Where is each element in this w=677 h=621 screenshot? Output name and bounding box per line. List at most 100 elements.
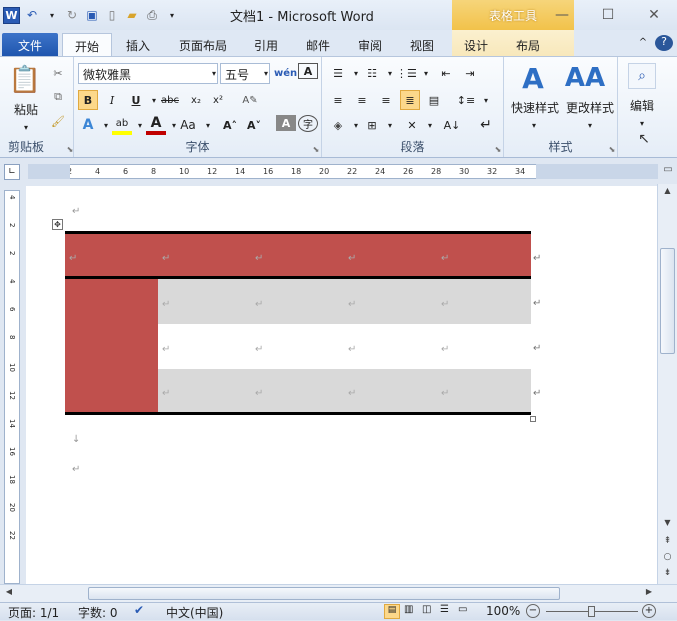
zoom-out-icon[interactable]: − bbox=[526, 604, 540, 618]
zoom-slider-thumb[interactable] bbox=[588, 606, 595, 617]
table-first-column[interactable] bbox=[65, 279, 158, 412]
maximize-icon[interactable]: ☐ bbox=[585, 0, 631, 30]
copy-icon[interactable]: ⧉ bbox=[48, 87, 68, 107]
table-band-row-3[interactable] bbox=[158, 369, 531, 412]
view-ruler-icon[interactable]: ▭ bbox=[661, 164, 675, 180]
show-formatting-marks-icon[interactable]: ↵ bbox=[476, 115, 496, 135]
undo-dropdown-icon[interactable]: ▾ bbox=[44, 7, 60, 23]
strikethrough-button[interactable]: abc bbox=[160, 90, 180, 110]
underline-button[interactable]: U bbox=[126, 90, 146, 110]
align-left-icon[interactable]: ≡ bbox=[328, 90, 348, 110]
vertical-ruler[interactable]: 4 2 2 4 6 8 10 12 14 16 18 20 22 bbox=[4, 190, 20, 584]
tab-insert[interactable]: 插入 bbox=[116, 33, 160, 56]
tab-page-layout[interactable]: 页面布局 bbox=[168, 33, 238, 56]
shading-icon[interactable]: ◈ bbox=[328, 115, 348, 135]
new-document-icon[interactable]: ▯ bbox=[104, 7, 120, 23]
character-border-icon[interactable]: A bbox=[298, 63, 318, 79]
multilevel-list-dropdown-icon[interactable]: ▾ bbox=[416, 63, 436, 83]
print-icon[interactable]: ⎙ bbox=[144, 7, 160, 23]
table-row-2[interactable] bbox=[158, 324, 531, 369]
multilevel-list-icon[interactable]: ⋮☰ bbox=[396, 63, 417, 83]
bullets-icon[interactable]: ☰ bbox=[328, 63, 348, 83]
table-header-row[interactable] bbox=[65, 231, 531, 279]
scroll-up-icon[interactable]: ▲ bbox=[660, 186, 675, 200]
change-styles-button[interactable]: 更改样式 bbox=[562, 97, 618, 117]
cut-icon[interactable]: ✂ bbox=[48, 63, 68, 83]
subscript-button[interactable]: x₂ bbox=[186, 90, 206, 110]
shrink-font-icon[interactable]: A˅ bbox=[244, 115, 264, 135]
binoculars-icon[interactable]: ⌕ bbox=[628, 63, 656, 89]
browse-object-icon[interactable]: ○ bbox=[660, 552, 675, 566]
customize-toolbar-icon[interactable]: ▾ bbox=[164, 7, 180, 23]
document-page[interactable]: ✥ ↵ ↵ ↵ ↵ ↵ ↵ ↵ ↵ ↵ ↵ ↵ ↵ ↵ ↵ ↵ ↵ ↵ ↵ ↵ ↵ ↵ ↵ ↓ ↵ bbox=[26, 186, 657, 584]
line-spacing-icon[interactable]: ↕≡ bbox=[456, 90, 476, 110]
character-shading-icon[interactable]: A bbox=[276, 115, 296, 131]
horizontal-scrollbar[interactable]: ◀ ▶ bbox=[0, 584, 677, 602]
paste-icon[interactable]: 📋 bbox=[8, 63, 42, 97]
open-folder-icon[interactable]: ▰ bbox=[124, 7, 140, 23]
word-count-status[interactable]: 字数: 0 bbox=[78, 604, 118, 621]
redo-icon[interactable]: ↻ bbox=[64, 7, 80, 23]
tab-file[interactable]: 文件 bbox=[2, 33, 58, 56]
distributed-icon[interactable]: ▤ bbox=[424, 90, 444, 110]
chinese-layout-dropdown-icon[interactable]: ▾ bbox=[420, 115, 440, 135]
next-page-icon[interactable]: ⇟ bbox=[660, 568, 675, 582]
help-icon[interactable]: ? bbox=[655, 35, 673, 51]
draft-view-icon[interactable]: ▭ bbox=[458, 604, 467, 615]
table-band-row-1[interactable] bbox=[158, 279, 531, 324]
print-layout-icon[interactable]: ▤ bbox=[384, 604, 400, 619]
previous-page-icon[interactable]: ⇞ bbox=[660, 536, 675, 550]
zoom-in-icon[interactable]: + bbox=[642, 604, 656, 618]
justify-icon[interactable]: ≣ bbox=[400, 90, 420, 110]
text-effects-icon[interactable]: A bbox=[78, 115, 98, 135]
borders-icon[interactable]: ⊞ bbox=[362, 115, 382, 135]
scroll-left-icon[interactable]: ◀ bbox=[2, 587, 16, 600]
tab-layout[interactable]: 布局 bbox=[506, 33, 550, 56]
decrease-indent-icon[interactable]: ⇤ bbox=[436, 63, 456, 83]
tab-review[interactable]: 审阅 bbox=[348, 33, 392, 56]
zoom-level[interactable]: 100% bbox=[486, 604, 520, 618]
line-spacing-dropdown-icon[interactable]: ▾ bbox=[476, 90, 496, 110]
italic-button[interactable]: I bbox=[102, 90, 122, 110]
tab-home[interactable]: 开始 bbox=[62, 33, 112, 56]
superscript-button[interactable]: x² bbox=[208, 90, 228, 110]
minimize-icon[interactable]: — bbox=[539, 0, 585, 30]
paste-dropdown-icon[interactable]: ▾ bbox=[6, 117, 46, 137]
change-case-icon[interactable]: Aa bbox=[178, 115, 198, 135]
scroll-down-icon[interactable]: ▼ bbox=[660, 518, 675, 532]
scroll-right-icon[interactable]: ▶ bbox=[642, 587, 656, 600]
font-color-icon[interactable]: A bbox=[146, 115, 166, 135]
enclose-characters-icon[interactable]: 字 bbox=[298, 115, 318, 132]
word-app-icon[interactable]: W bbox=[3, 6, 20, 24]
chinese-layout-icon[interactable]: ✕ bbox=[402, 115, 422, 135]
quick-styles-icon[interactable]: A bbox=[518, 61, 548, 95]
align-right-icon[interactable]: ≡ bbox=[376, 90, 396, 110]
table-resize-handle-icon[interactable] bbox=[530, 416, 536, 422]
align-center-icon[interactable]: ≡ bbox=[352, 90, 372, 110]
proofing-icon[interactable]: ✔ bbox=[134, 603, 144, 617]
font-size-dropdown-icon[interactable]: ▾ bbox=[256, 63, 276, 83]
vertical-scroll-thumb[interactable] bbox=[660, 248, 675, 354]
tab-selector-icon[interactable]: ∟ bbox=[4, 164, 20, 180]
format-painter-icon[interactable]: 🖌 bbox=[48, 111, 68, 131]
tab-view[interactable]: 视图 bbox=[400, 33, 444, 56]
numbering-icon[interactable]: ☷ bbox=[362, 63, 382, 83]
horizontal-scroll-thumb[interactable] bbox=[88, 587, 560, 600]
close-icon[interactable]: ✕ bbox=[631, 0, 677, 30]
document-table[interactable]: ↵ ↵ ↵ ↵ ↵ ↵ ↵ ↵ ↵ ↵ ↵ ↵ ↵ ↵ ↵ ↵ ↵ bbox=[65, 231, 531, 415]
grow-font-icon[interactable]: A˄ bbox=[220, 115, 240, 135]
quick-styles-dropdown-icon[interactable]: ▾ bbox=[524, 115, 544, 135]
change-styles-dropdown-icon[interactable]: ▾ bbox=[580, 115, 600, 135]
change-case-dropdown-icon[interactable]: ▾ bbox=[198, 115, 218, 135]
outline-view-icon[interactable]: ☰ bbox=[440, 604, 449, 615]
clear-formatting-icon[interactable]: A✎ bbox=[240, 90, 260, 110]
tab-design[interactable]: 设计 bbox=[454, 33, 498, 56]
tab-references[interactable]: 引用 bbox=[244, 33, 288, 56]
minimize-ribbon-icon[interactable]: ^ bbox=[634, 33, 652, 56]
quick-styles-button[interactable]: 快速样式 bbox=[506, 97, 564, 117]
undo-icon[interactable]: ↶ bbox=[24, 7, 40, 23]
vertical-scrollbar[interactable]: ▲ ▼ ⇞ ○ ⇟ bbox=[657, 184, 677, 584]
change-styles-icon[interactable]: AA bbox=[565, 61, 605, 95]
font-name-combo[interactable]: 微软雅黑 bbox=[78, 63, 218, 84]
web-layout-icon[interactable]: ◫ bbox=[422, 604, 431, 615]
